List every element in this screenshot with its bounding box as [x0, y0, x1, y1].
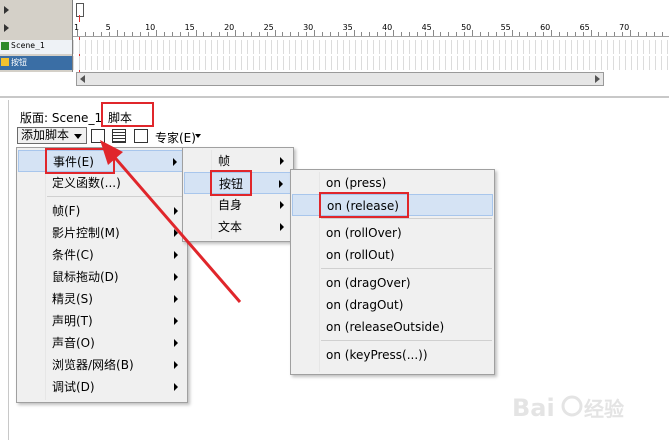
svg-text:经验: 经验	[584, 397, 624, 421]
arrow-shaft	[108, 151, 242, 303]
annotation-arrow	[100, 140, 242, 303]
baidu-watermark-logo: Bai 经验	[512, 388, 632, 428]
svg-text:Bai: Bai	[512, 394, 555, 422]
